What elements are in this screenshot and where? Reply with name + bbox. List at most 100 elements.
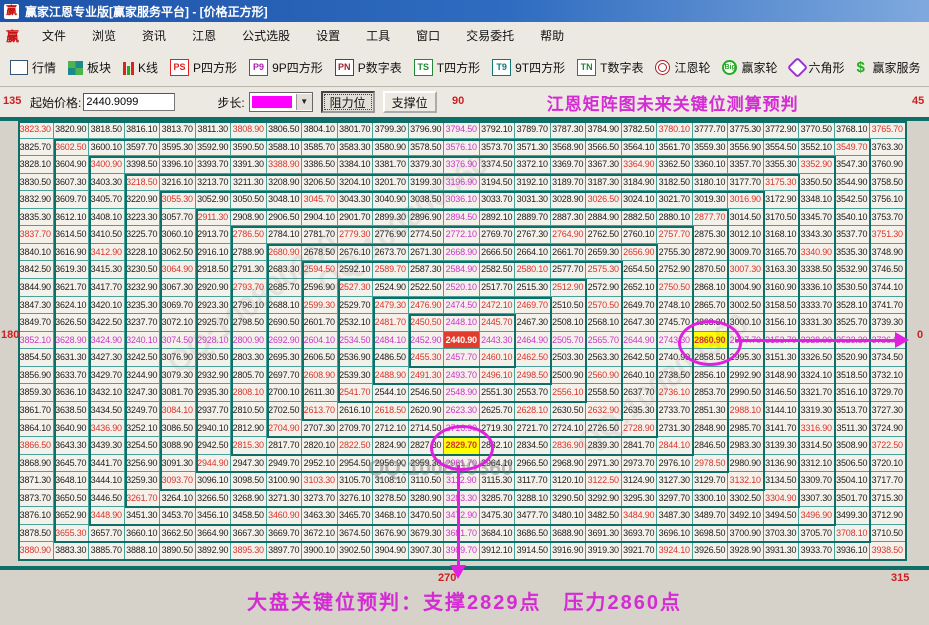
matrix-cell: 3045.70 <box>302 191 338 209</box>
matrix-cell: 3076.90 <box>160 349 196 367</box>
matrix-cell: 3609.70 <box>53 191 89 209</box>
matrix-cell: 3552.10 <box>799 138 835 157</box>
matrix-cell: 3703.30 <box>763 524 799 543</box>
matrix-cell: 2752.90 <box>657 261 693 280</box>
toolbar-button-六角形[interactable]: 六角形 <box>784 56 851 79</box>
matrix-cell: 3189.70 <box>550 173 586 192</box>
toolbar-button-板块[interactable]: 板块 <box>62 56 117 79</box>
matrix-cell: 3067.30 <box>160 279 196 297</box>
support-button[interactable]: 支撑位 <box>382 91 437 113</box>
matrix-cell: 3801.70 <box>337 121 373 139</box>
matrix-cell: 2544.10 <box>373 384 409 402</box>
toolbar-button-赢家服务[interactable]: $ 赢家服务 <box>851 56 927 79</box>
matrix-cell: 3453.70 <box>160 507 196 525</box>
step-color-dropdown[interactable]: ▼ <box>248 92 313 112</box>
matrix-cell: 2618.50 <box>373 401 409 420</box>
matrix-cell: 3914.50 <box>515 542 551 560</box>
start-price-input[interactable] <box>83 93 176 111</box>
matrix-cell: 3108.10 <box>373 472 409 490</box>
matrix-cell: 3489.70 <box>692 507 728 525</box>
matrix-cell: 3400.90 <box>89 156 125 174</box>
matrix-cell: 2776.90 <box>373 226 409 244</box>
matrix-cell: 2846.50 <box>692 437 728 455</box>
matrix-cell: 3897.70 <box>266 542 302 560</box>
matrix-cell: 3684.10 <box>479 524 515 543</box>
matrix-cell: 3302.50 <box>728 489 764 508</box>
matrix-cell: 2601.70 <box>302 314 338 332</box>
menu-item-8[interactable]: 交易委托 <box>453 23 527 48</box>
matrix-cell: 2556.10 <box>550 384 586 402</box>
matrix-cell: 3590.50 <box>231 138 267 157</box>
matrix-cell: 2517.70 <box>479 279 515 297</box>
matrix-cell: 3170.50 <box>763 208 799 227</box>
window-title: 赢家江恩专业版[赢家服务平台] - [价格正方形] <box>25 4 268 19</box>
matrix-cell: 2788.90 <box>231 243 267 262</box>
matrix-cell: 3292.90 <box>586 489 622 508</box>
matrix-cell: 3883.30 <box>53 542 89 560</box>
menu-item-3[interactable]: 江恩 <box>179 23 229 48</box>
matrix-cell: 2493.70 <box>444 366 480 385</box>
matrix-cell: 3187.30 <box>586 173 622 192</box>
matrix-cell: 3693.70 <box>621 524 657 543</box>
matrix-cell: 3648.10 <box>53 472 89 490</box>
matrix-cell: 2870.50 <box>692 261 728 280</box>
matrix-cell: 3837.70 <box>18 226 54 244</box>
matrix-cell: 3619.30 <box>53 261 89 280</box>
matrix-cell: 3381.70 <box>373 156 409 174</box>
toolbar-button-9T四方形[interactable]: T9 9T四方形 <box>486 56 571 79</box>
matrix-cell: 3324.10 <box>799 366 835 385</box>
matrix-cell: 2844.10 <box>657 437 693 455</box>
matrix-cell: 3050.50 <box>231 191 267 209</box>
menu-item-6[interactable]: 工具 <box>353 23 403 48</box>
toolbar-button-赢家轮[interactable]: Big 赢家轮 <box>716 56 783 79</box>
matrix-cell: 3669.70 <box>266 524 302 543</box>
menu-item-5[interactable]: 设置 <box>303 23 353 48</box>
matrix-cell: 3472.90 <box>444 507 480 525</box>
matrix-cell: 2908.90 <box>231 208 267 227</box>
matrix-cell: 3868.90 <box>18 454 54 473</box>
matrix-cell: 2728.90 <box>621 419 657 438</box>
matrix-cell: 3628.90 <box>53 331 89 350</box>
resistance-button[interactable]: 阻力位 <box>320 91 375 113</box>
matrix-cell: 3048.10 <box>266 191 302 209</box>
matrix-cell: 3537.70 <box>834 226 870 244</box>
matrix-cell: 2755.30 <box>657 243 693 262</box>
matrix-cell: 3204.10 <box>337 173 373 192</box>
toolbar-button-行情[interactable]: 行情 <box>4 56 62 79</box>
menu-item-9[interactable]: 帮助 <box>527 23 577 48</box>
menu-item-7[interactable]: 窗口 <box>403 23 453 48</box>
matrix-cell: 3924.10 <box>657 542 693 560</box>
matrix-cell: 3120.10 <box>550 472 586 490</box>
matrix-cell: 3470.50 <box>408 507 444 525</box>
chevron-down-icon[interactable]: ▼ <box>295 94 312 110</box>
menu-item-4[interactable]: 公式选股 <box>229 23 303 48</box>
toolbar-button-9P四方形[interactable]: P9 9P四方形 <box>243 56 329 79</box>
matrix-cell: 3492.10 <box>728 507 764 525</box>
toolbar-button-K线[interactable]: K线 <box>117 56 164 79</box>
toolbar-button-P数字表[interactable]: PN P数字表 <box>329 56 408 79</box>
matrix-cell: 3830.50 <box>18 173 54 192</box>
matrix-cell: 3499.30 <box>834 507 870 525</box>
menu-item-1[interactable]: 浏览 <box>79 23 129 48</box>
matrix-cell: 3799.30 <box>373 121 409 139</box>
matrix-cell: 2611.30 <box>302 384 338 402</box>
toolbar-button-江恩轮[interactable]: 江恩轮 <box>649 56 716 79</box>
matrix-cell: 2532.10 <box>337 314 373 332</box>
toolbar-button-T四方形[interactable]: TS T四方形 <box>408 56 486 79</box>
matrix-cell: 3249.70 <box>124 401 160 420</box>
matrix-cell: 2652.10 <box>621 279 657 297</box>
matrix-cell: 2515.30 <box>515 279 551 297</box>
matrix-cell: 3340.90 <box>799 243 835 262</box>
menu-item-0[interactable]: 文件 <box>29 23 79 48</box>
menu-item-2[interactable]: 资讯 <box>129 23 179 48</box>
toolbar-button-P四方形[interactable]: PS P四方形 <box>164 56 243 79</box>
matrix-cell: 3165.70 <box>763 243 799 262</box>
matrix-cell: 3763.30 <box>870 138 906 157</box>
matrix-cell: 2625.70 <box>479 401 515 420</box>
matrix-cell: 2644.90 <box>621 331 657 350</box>
matrix-cell: 2858.50 <box>692 349 728 367</box>
matrix-cell: 3004.90 <box>728 279 764 297</box>
matrix-cell: 3535.30 <box>834 243 870 262</box>
matrix-cell: 3912.10 <box>479 542 515 560</box>
toolbar-button-T数字表[interactable]: TN T数字表 <box>571 56 649 79</box>
